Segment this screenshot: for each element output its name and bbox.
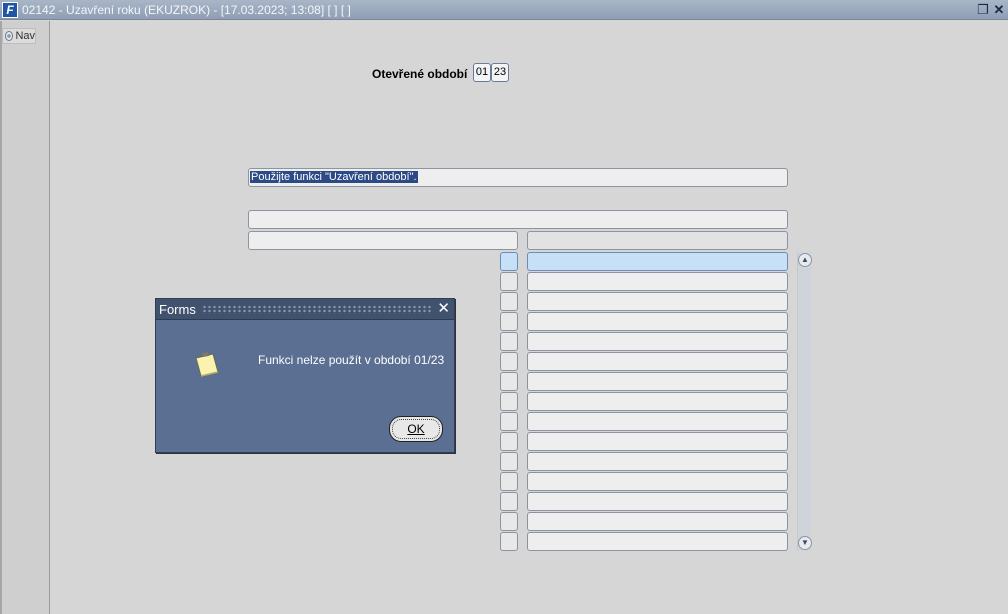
dialog-titlebar: Forms ✕ — [156, 299, 454, 320]
row-field[interactable] — [527, 352, 788, 371]
dialog-title: Forms — [159, 302, 196, 317]
forms-dialog: Forms ✕ Funkci nelze použít v období 01/… — [155, 298, 455, 453]
row-checkbox[interactable] — [500, 452, 518, 471]
row-field[interactable] — [527, 292, 788, 311]
row-field[interactable] — [527, 512, 788, 531]
row-checkbox[interactable] — [500, 532, 518, 551]
row-checkbox[interactable] — [500, 412, 518, 431]
header-field[interactable] — [248, 210, 788, 229]
window-titlebar: F 02142 - Uzavření roku (EKUZROK) - [17.… — [0, 0, 1008, 20]
ok-button[interactable]: OK — [389, 416, 443, 442]
left-column-field[interactable] — [248, 231, 518, 250]
close-icon[interactable]: ✕ — [992, 2, 1006, 17]
dialog-message: Funkci nelze použít v období 01/23 — [258, 353, 445, 367]
period-label: Otevřené období — [372, 67, 468, 81]
row-checkbox[interactable] — [500, 372, 518, 391]
period-month-field[interactable]: 01 — [473, 63, 491, 82]
row-checkbox[interactable] — [500, 472, 518, 491]
app-logo-icon: F — [2, 2, 18, 18]
left-edge — [0, 21, 2, 614]
window-title: 02142 - Uzavření roku (EKUZROK) - [17.03… — [22, 3, 351, 17]
row-field[interactable] — [527, 472, 788, 491]
row-checkbox[interactable] — [500, 252, 518, 271]
row-checkbox[interactable] — [500, 432, 518, 451]
left-toolbar: Nav — [0, 21, 50, 614]
row-field[interactable] — [527, 272, 788, 291]
list-scrollbar[interactable]: ▲ ▼ — [797, 252, 812, 551]
row-checkbox[interactable] — [500, 332, 518, 351]
scroll-up-icon[interactable]: ▲ — [798, 253, 812, 267]
scroll-down-icon[interactable]: ▼ — [798, 536, 812, 550]
row-field[interactable] — [527, 492, 788, 511]
info-field-text: Použijte funkci "Uzavření období". — [250, 171, 418, 183]
row-field[interactable] — [527, 452, 788, 471]
row-field[interactable] — [527, 312, 788, 331]
period-year-field[interactable]: 23 — [491, 63, 509, 82]
restore-icon[interactable]: ❐ — [976, 2, 990, 17]
row-checkbox[interactable] — [500, 512, 518, 531]
dialog-drag-handle[interactable] — [202, 305, 432, 314]
nav-label: Nav — [15, 30, 35, 42]
nav-radio-icon — [5, 31, 14, 41]
row-field[interactable] — [527, 432, 788, 451]
right-column-header-field[interactable] — [527, 231, 788, 250]
row-checkbox[interactable] — [500, 492, 518, 511]
row-field[interactable] — [527, 412, 788, 431]
row-checkbox[interactable] — [500, 352, 518, 371]
row-checkbox[interactable] — [500, 312, 518, 331]
row-field[interactable] — [527, 532, 788, 551]
dialog-close-icon[interactable]: ✕ — [437, 300, 450, 318]
row-field[interactable] — [527, 372, 788, 391]
info-field[interactable]: Použijte funkci "Uzavření období". — [248, 168, 788, 187]
row-field[interactable] — [527, 332, 788, 351]
row-field[interactable] — [527, 392, 788, 411]
row-checkbox[interactable] — [500, 392, 518, 411]
row-checkbox[interactable] — [500, 272, 518, 291]
nav-button[interactable]: Nav — [2, 28, 36, 44]
row-field[interactable] — [527, 252, 788, 271]
row-checkbox[interactable] — [500, 292, 518, 311]
note-icon — [195, 352, 219, 377]
